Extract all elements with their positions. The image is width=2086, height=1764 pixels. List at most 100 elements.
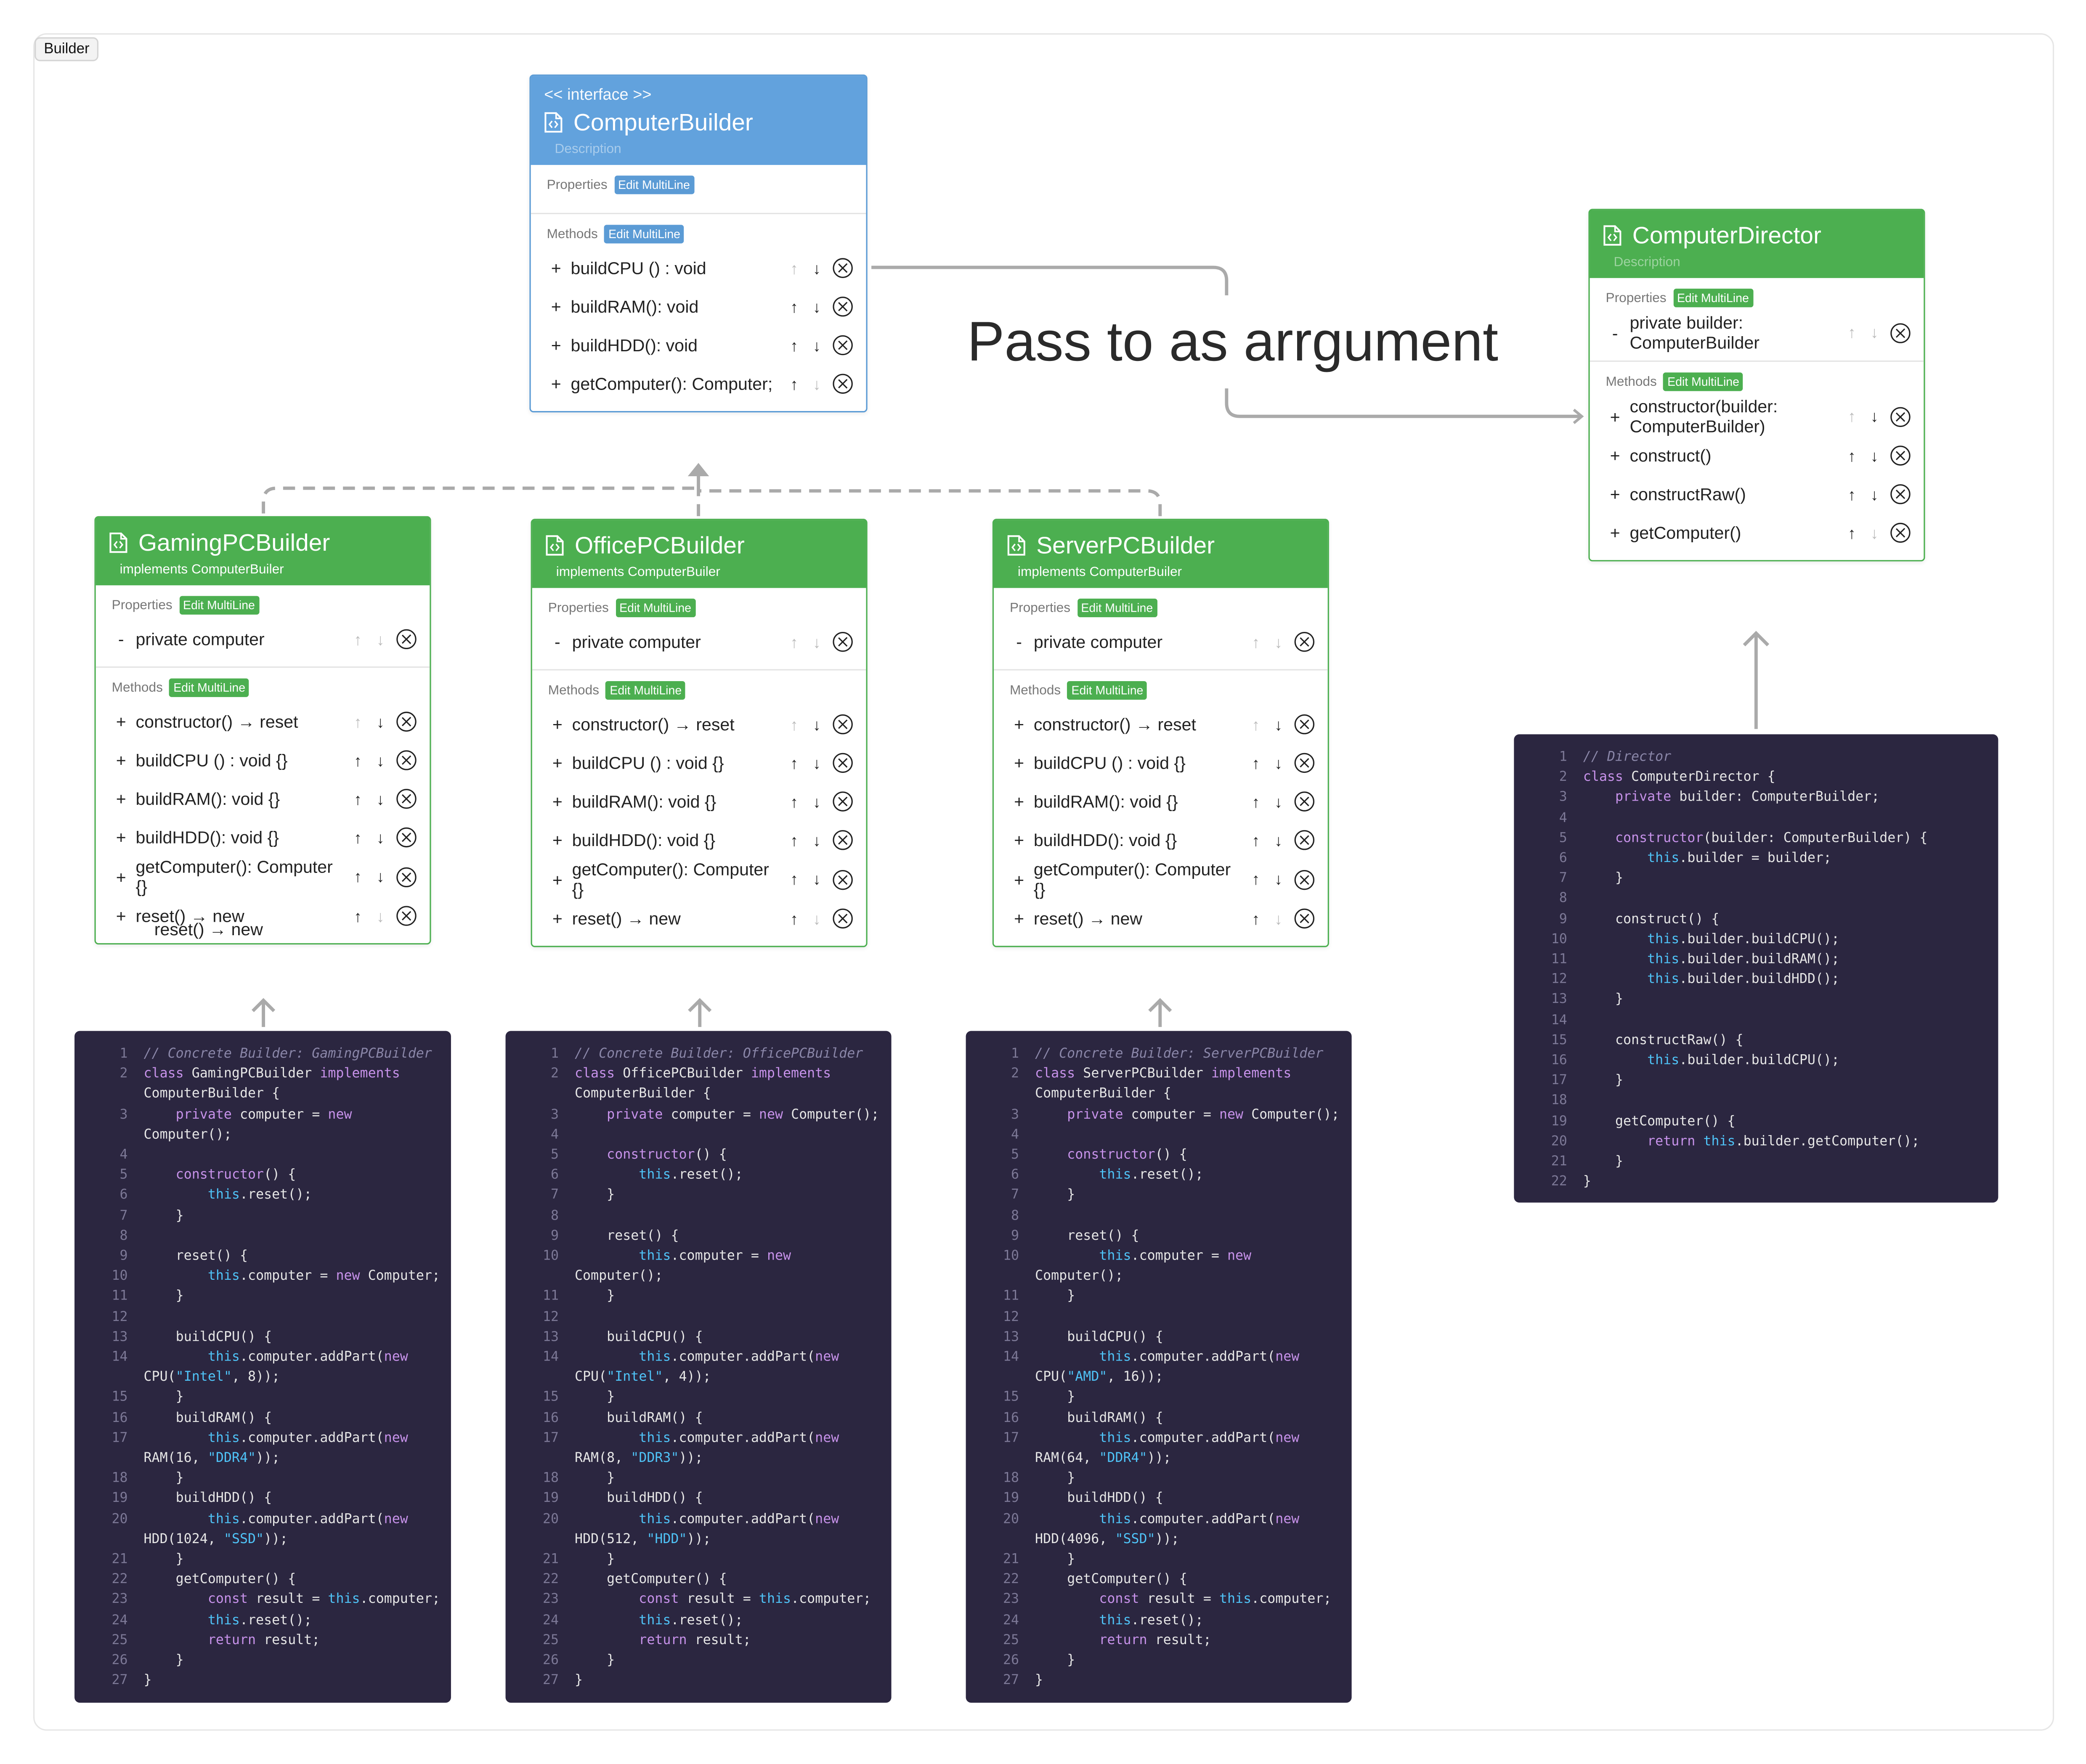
code-panel-office[interactable]: 1 // Concrete Builder: OfficePCBuilder 2 cl… (505, 1031, 892, 1702)
move-down-icon[interactable]: ↓ (807, 297, 826, 316)
member-text[interactable]: buildRAM(): void {} (136, 789, 349, 809)
move-up-icon[interactable]: ↑ (785, 870, 804, 889)
member-row[interactable]: + buildHDD(): void {} ↑ ↓ (548, 821, 853, 859)
member-row[interactable]: + getComputer(): Computer; ↑ ↓ (547, 364, 853, 403)
member-row[interactable]: + buildRAM(): void ↑ ↓ (547, 287, 853, 326)
edit-multiline-button[interactable]: Edit MultiLine (1663, 372, 1744, 391)
code-link-gaming[interactable] (251, 998, 276, 1027)
move-down-icon[interactable]: ↓ (807, 633, 826, 651)
member-row[interactable]: + constructRaw() ↑ ↓ (1606, 475, 1911, 514)
move-up-icon[interactable]: ↑ (785, 909, 804, 928)
remove-icon[interactable] (1294, 714, 1315, 735)
move-down-icon[interactable]: ↓ (1865, 523, 1884, 542)
member-row[interactable]: + construct() ↑ ↓ (1606, 436, 1911, 475)
member-row[interactable]: + buildHDD(): void ↑ ↓ (547, 326, 853, 365)
member-row[interactable]: + buildCPU () : void ↑ ↓ (547, 249, 853, 287)
office-builder-card[interactable]: OfficePCBuilder implements ComputerBuile… (531, 519, 868, 947)
edit-multiline-button[interactable]: Edit MultiLine (1077, 598, 1157, 618)
move-up-icon[interactable]: ↑ (785, 792, 804, 811)
member-text[interactable]: buildCPU () : void {} (572, 753, 785, 773)
implements-edge-server[interactable] (698, 489, 1162, 516)
director-card[interactable]: ComputerDirector Description Properties E… (1588, 209, 1925, 562)
move-down-icon[interactable]: ↓ (1865, 446, 1884, 465)
move-down-icon[interactable]: ↓ (807, 792, 826, 811)
remove-icon[interactable] (1890, 484, 1911, 504)
remove-icon[interactable] (396, 789, 417, 809)
edge-label[interactable]: Pass to as arrgument (967, 309, 1498, 375)
member-text[interactable]: private builder: ComputerBuilder (1630, 313, 1842, 353)
member-row[interactable]: + constructor() → reset ↑ ↓ (112, 703, 417, 741)
member-text[interactable]: private computer (572, 632, 785, 652)
member-row[interactable]: + getComputer(): Computer {} ↑ ↓ (112, 857, 417, 897)
member-text[interactable]: getComputer(): Computer {} (1034, 859, 1247, 899)
move-down-icon[interactable]: ↓ (807, 715, 826, 734)
remove-icon[interactable] (1890, 322, 1911, 343)
remove-icon[interactable] (833, 374, 853, 394)
move-down-icon[interactable]: ↓ (807, 831, 826, 849)
move-up-icon[interactable]: ↑ (1247, 715, 1265, 734)
member-text[interactable]: constructor(builder: ComputerBuilder) (1630, 396, 1842, 436)
edit-multiline-button[interactable]: Edit MultiLine (1067, 681, 1147, 700)
move-up-icon[interactable]: ↑ (348, 867, 367, 886)
server-builder-card[interactable]: ServerPCBuilder implements ComputerBuile… (992, 519, 1329, 947)
card-description[interactable]: Description (1614, 255, 1911, 270)
remove-icon[interactable] (396, 906, 417, 926)
remove-icon[interactable] (1294, 908, 1315, 929)
member-text[interactable]: buildCPU () : void (571, 258, 785, 278)
remove-icon[interactable] (833, 297, 853, 317)
move-down-icon[interactable]: ↓ (371, 712, 390, 731)
remove-icon[interactable] (396, 867, 417, 887)
remove-icon[interactable] (1294, 791, 1315, 812)
code-panel-server[interactable]: 1 // Concrete Builder: ServerPCBuilder 2 cl… (966, 1031, 1352, 1702)
move-up-icon[interactable]: ↑ (348, 751, 367, 769)
move-down-icon[interactable]: ↓ (807, 336, 826, 354)
move-down-icon[interactable]: ↓ (1269, 753, 1288, 772)
remove-icon[interactable] (833, 631, 853, 652)
member-row[interactable]: + getComputer(): Computer {} ↑ ↓ (548, 859, 853, 899)
member-row[interactable]: + buildRAM(): void {} ↑ ↓ (548, 782, 853, 821)
move-down-icon[interactable]: ↓ (1269, 715, 1288, 734)
move-up-icon[interactable]: ↑ (785, 336, 804, 354)
remove-icon[interactable] (833, 258, 853, 278)
member-row[interactable]: + buildCPU () : void {} ↑ ↓ (548, 744, 853, 783)
member-row[interactable]: - private computer ↑ ↓ (1010, 623, 1315, 661)
card-title[interactable]: ComputerBuilder (573, 106, 753, 138)
card-title[interactable]: OfficePCBuilder (575, 529, 745, 561)
gaming-builder-card[interactable]: GamingPCBuilder implements ComputerBuile… (94, 516, 431, 945)
move-up-icon[interactable]: ↑ (1247, 909, 1265, 928)
implements-edge-gaming[interactable] (262, 468, 701, 514)
code-link-server[interactable] (1148, 998, 1172, 1027)
member-text[interactable]: getComputer(): Computer {} (136, 857, 349, 897)
member-text[interactable]: constructor() → reset (572, 714, 785, 734)
interface-card[interactable]: << interface >> ComputerBuilder Descript… (529, 74, 868, 413)
remove-icon[interactable] (833, 335, 853, 355)
member-text[interactable]: buildRAM(): void {} (1034, 791, 1247, 811)
member-row[interactable]: + buildCPU () : void {} ↑ ↓ (1010, 744, 1315, 783)
remove-icon[interactable] (833, 753, 853, 773)
edit-multiline-button[interactable]: Edit MultiLine (179, 596, 259, 615)
edit-multiline-button[interactable]: Edit MultiLine (614, 175, 694, 194)
move-down-icon[interactable]: ↓ (807, 259, 826, 277)
member-row[interactable]: + buildHDD(): void {} ↑ ↓ (112, 818, 417, 857)
member-text[interactable]: getComputer(): Computer; (571, 374, 785, 394)
member-row[interactable]: - private computer ↑ ↓ (112, 620, 417, 658)
edit-multiline-button[interactable]: Edit MultiLine (1673, 289, 1753, 308)
move-up-icon[interactable]: ↑ (1247, 870, 1265, 889)
remove-icon[interactable] (1294, 631, 1315, 652)
remove-icon[interactable] (1890, 406, 1911, 427)
member-text[interactable]: reset() → new (1034, 909, 1247, 928)
code-link-director[interactable] (1743, 631, 1770, 729)
remove-icon[interactable] (396, 750, 417, 770)
remove-icon[interactable] (833, 714, 853, 735)
move-down-icon[interactable]: ↓ (807, 374, 826, 393)
move-up-icon[interactable]: ↑ (1842, 485, 1861, 504)
member-text[interactable]: construct() (1630, 446, 1842, 465)
remove-icon[interactable] (396, 629, 417, 650)
card-subtitle[interactable]: implements ComputerBuiler (1018, 565, 1314, 580)
move-up-icon[interactable]: ↑ (348, 907, 367, 925)
card-title[interactable]: ComputerDirector (1632, 220, 1821, 252)
member-text[interactable]: buildHDD(): void (571, 335, 785, 355)
member-text[interactable]: buildCPU () : void {} (1034, 753, 1247, 773)
member-text[interactable]: private computer (1034, 632, 1247, 652)
edit-multiline-button[interactable]: Edit MultiLine (169, 678, 249, 697)
